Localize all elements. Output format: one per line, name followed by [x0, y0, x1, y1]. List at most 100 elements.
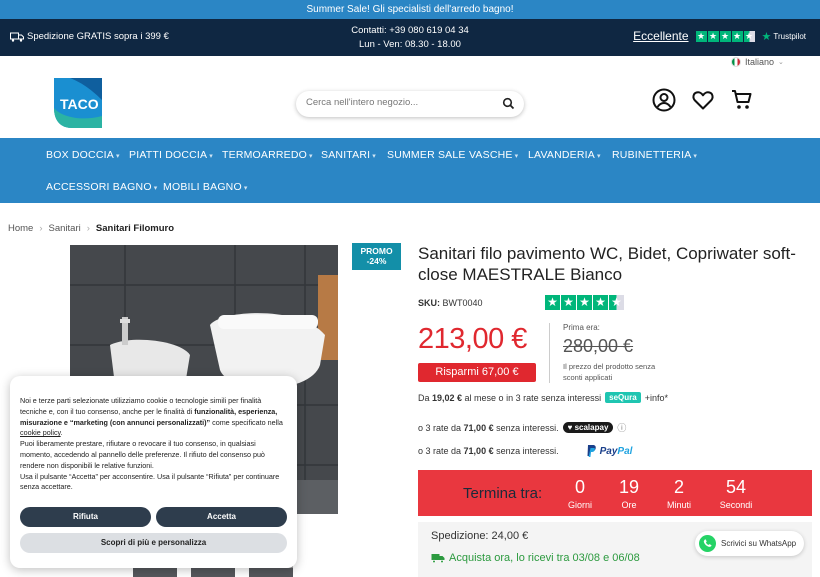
- cookie-accept-button[interactable]: Accetta: [156, 507, 287, 527]
- nav-item-rubinetteria[interactable]: RUBINETTERIA ▾: [612, 149, 697, 161]
- previous-price-label: Prima era:: [563, 323, 600, 332]
- scalapay-logo: ♥ scalapay: [562, 422, 614, 433]
- countdown-hours-unit: Ore: [621, 500, 637, 510]
- promo-badge-label: PROMO: [360, 246, 393, 256]
- nav-item-lavanderia[interactable]: LAVANDERIA ▾: [528, 149, 601, 161]
- paypal-logo-pal: Pal: [617, 445, 633, 457]
- search-icon[interactable]: [502, 97, 515, 110]
- nav-item-sanitari[interactable]: SANITARI ▾: [321, 149, 376, 161]
- chevron-right-icon: ›: [86, 223, 90, 234]
- cart-icon[interactable]: [730, 88, 754, 112]
- nav-item-label: RUBINETTERIA: [612, 149, 692, 161]
- countdown-days: 0 Giorni: [555, 477, 605, 510]
- info-bar: Spedizione GRATIS sopra i 399 € Contatti…: [0, 19, 820, 56]
- paypal-amount: 71,00 €: [463, 446, 494, 456]
- countdown-days-unit: Giorni: [567, 500, 592, 510]
- chevron-down-icon: ▾: [514, 153, 519, 160]
- chevron-down-icon: ⌄: [778, 59, 784, 66]
- cookie-p1-end: .: [60, 428, 63, 438]
- main-navigation: BOX DOCCIA ▾ PIATTI DOCCIA ▾ TERMOARREDO ▾ …: [0, 138, 820, 203]
- promo-badge: PROMO -24%: [352, 243, 401, 270]
- scalapay-suffix: senza interessi.: [493, 422, 559, 433]
- trustpilot-logo: ★ Trustpilot: [762, 30, 806, 43]
- nav-item-label: TERMOARREDO: [222, 149, 308, 161]
- countdown-seconds: 54 Secondi: [711, 477, 761, 510]
- star-icon: ★: [731, 30, 743, 42]
- nav-item-accessori-bagno[interactable]: ACCESSORI BAGNO ▾: [46, 181, 157, 193]
- nav-item-label: LAVANDERIA: [528, 149, 595, 161]
- promo-topbar-text: Summer Sale! Gli specialisti dell'arredo…: [306, 4, 514, 15]
- trustpilot-widget[interactable]: Eccellente ★ ★ ★ ★ ★ ★ Trustpilot: [633, 29, 806, 43]
- countdown-minutes-unit: Minuti: [666, 500, 691, 510]
- product-rating-stars[interactable]: ★ ★ ★ ★ ★: [545, 295, 624, 310]
- cookie-customize-button[interactable]: Scopri di più e personalizza: [20, 533, 287, 553]
- trustpilot-star-icon: ★: [761, 30, 772, 43]
- chevron-down-icon: ▾: [693, 153, 698, 160]
- trustpilot-rating-word[interactable]: Eccellente: [633, 29, 688, 43]
- star-icon: ★: [577, 295, 592, 310]
- nav-item-label: ACCESSORI BAGNO: [46, 181, 152, 193]
- previous-price-block: Prima era: 280,00 € Il prezzo del prodot…: [563, 323, 658, 383]
- paypal-text: o 3 rate da 71,00 € senza interessi.: [418, 446, 559, 456]
- star-icon: ★: [707, 30, 719, 42]
- nav-item-vasche[interactable]: VASCHE ▾: [469, 149, 518, 161]
- cookie-reject-button[interactable]: Rifiuta: [20, 507, 151, 527]
- search-input[interactable]: [306, 97, 496, 108]
- price-divider: [549, 323, 550, 383]
- truck-icon: [431, 554, 445, 563]
- promo-topbar: Summer Sale! Gli specialisti dell'arredo…: [0, 0, 820, 19]
- star-icon: ★: [545, 295, 560, 310]
- cookie-paragraph-1: Noi e terze parti selezionate utilizziam…: [20, 396, 287, 439]
- promo-badge-percent: -24%: [366, 256, 387, 266]
- info-icon[interactable]: ⓘ: [617, 421, 626, 434]
- chevron-down-icon: ▾: [372, 153, 376, 160]
- breadcrumb-home[interactable]: Home: [8, 223, 33, 234]
- paypal-icon: [587, 445, 596, 457]
- payment-scalapay: o 3 rate da 71,00 € senza interessi. ♥ s…: [418, 421, 626, 434]
- paypal-suffix: senza interessi.: [493, 446, 559, 456]
- cookie-consent-text: Noi e terze parti selezionate utilizziam…: [20, 396, 287, 493]
- chevron-right-icon: ›: [39, 223, 43, 234]
- delivery-estimate-text: Acquista ora, lo ricevi tra 03/08 e 06/0…: [449, 552, 640, 564]
- heart-icon[interactable]: [691, 88, 715, 112]
- breadcrumb-category[interactable]: Sanitari: [49, 223, 81, 234]
- search-bar: [296, 91, 524, 117]
- account-icon[interactable]: [652, 88, 676, 112]
- product-title: Sanitari filo pavimento WC, Bidet, Copri…: [418, 244, 796, 284]
- sequra-info-link[interactable]: +info*: [645, 393, 668, 403]
- product-sku: SKU: BWT0040: [418, 298, 483, 308]
- language-label: Italiano: [745, 57, 775, 67]
- countdown-hours: 19 Ore: [604, 477, 654, 510]
- countdown-days-value: 0: [574, 477, 585, 497]
- paypal-prefix: o 3 rate da: [418, 446, 464, 456]
- half-star-icon: ★: [609, 295, 624, 310]
- header-icons: [652, 88, 754, 112]
- scalapay-amount: 71,00 €: [463, 422, 494, 433]
- paypal-logo-pay: Pay: [599, 445, 618, 457]
- site-logo[interactable]: TACO: [50, 78, 102, 128]
- nav-item-label: BOX DOCCIA: [46, 149, 114, 161]
- whatsapp-label: Scrivici su WhatsApp: [721, 539, 797, 548]
- sequra-logo: seQura: [605, 392, 641, 403]
- nav-item-mobili-bagno[interactable]: MOBILI BAGNO ▾: [163, 181, 248, 193]
- star-icon: ★: [695, 30, 707, 42]
- nav-item-box-doccia[interactable]: BOX DOCCIA ▾: [46, 149, 120, 161]
- chevron-down-icon: ▾: [115, 153, 120, 160]
- cookie-policy-link[interactable]: cookie policy: [20, 428, 61, 437]
- language-selector[interactable]: Italiano ⌄: [731, 57, 784, 67]
- chevron-down-icon: ▾: [596, 153, 601, 160]
- countdown-seconds-value: 54: [725, 477, 747, 497]
- cookie-paragraph-3: Usa il pulsante “Accetta” per acconsenti…: [20, 471, 280, 492]
- cookie-consent-banner: Noi e terze parti selezionate utilizziam…: [10, 376, 297, 568]
- whatsapp-button[interactable]: Scrivici su WhatsApp: [695, 531, 805, 556]
- nav-item-label: MOBILI BAGNO: [163, 181, 242, 193]
- product-price: 213,00 €: [418, 323, 527, 355]
- nav-item-summer-sale[interactable]: SUMMER SALE: [387, 149, 466, 161]
- countdown-minutes: 2 Minuti: [654, 477, 704, 510]
- sequra-prefix: Da: [418, 392, 433, 403]
- nav-item-label: SUMMER SALE: [387, 149, 466, 161]
- nav-item-piatti-doccia[interactable]: PIATTI DOCCIA ▾: [129, 149, 213, 161]
- countdown-timer: Termina tra: 0 Giorni 19 Ore 2 Minuti 54…: [418, 470, 812, 516]
- previous-price: 280,00 €: [563, 336, 634, 356]
- nav-item-termoarredo[interactable]: TERMOARREDO ▾: [222, 149, 313, 161]
